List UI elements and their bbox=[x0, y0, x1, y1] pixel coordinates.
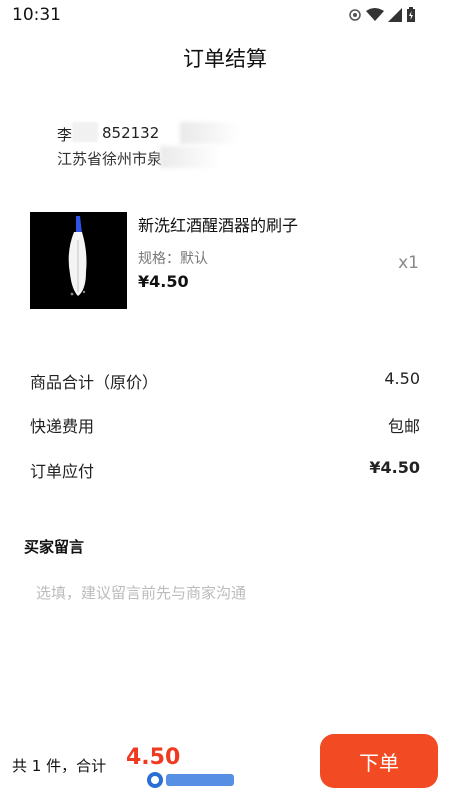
settings-dot-icon bbox=[349, 9, 361, 21]
message-title: 买家留言 bbox=[24, 538, 85, 556]
product-price: ¥4.50 bbox=[138, 272, 189, 291]
status-time: 10:31 bbox=[12, 5, 61, 25]
summary-label: 商品合计（原价） bbox=[30, 373, 159, 392]
status-icons bbox=[348, 7, 416, 23]
summary-row-shipping: 快递费用 包邮 bbox=[30, 413, 420, 437]
page-title: 订单结算 bbox=[183, 47, 267, 71]
message-input[interactable] bbox=[36, 578, 426, 608]
summary-value: 4.50 bbox=[384, 369, 420, 388]
item-count-text: 共 1 件，合计 bbox=[12, 757, 107, 775]
summary-row-subtotal: 商品合计（原价） 4.50 bbox=[30, 369, 420, 393]
address-redaction bbox=[160, 146, 220, 168]
summary-label: 订单应付 bbox=[30, 462, 95, 481]
address-line: 江苏省徐州市泉 bbox=[57, 150, 163, 168]
product-spec: 规格：默认 bbox=[138, 251, 208, 267]
battery-icon bbox=[407, 7, 415, 22]
wifi-icon bbox=[366, 8, 384, 21]
submit-order-button[interactable]: 下单 bbox=[320, 734, 438, 788]
address-name: 李 bbox=[57, 126, 73, 144]
address-redaction bbox=[72, 122, 98, 142]
address-redaction bbox=[180, 122, 240, 144]
product-name: 新洗红酒醒酒器的刷子 bbox=[138, 216, 299, 235]
signal-icon bbox=[388, 8, 402, 22]
summary-row-payable: 订单应付 ¥4.50 bbox=[30, 458, 420, 482]
address-phone: 852132 bbox=[102, 124, 160, 142]
order-total: 4.50 bbox=[126, 745, 181, 770]
summary-label: 快递费用 bbox=[30, 417, 95, 436]
summary-value: ¥4.50 bbox=[369, 458, 420, 477]
summary-value: 包邮 bbox=[387, 417, 420, 436]
status-bar: 10:31 bbox=[0, 0, 450, 32]
product-quantity: x1 bbox=[398, 253, 419, 273]
watermark-logo bbox=[146, 771, 236, 789]
product-image bbox=[30, 212, 127, 309]
